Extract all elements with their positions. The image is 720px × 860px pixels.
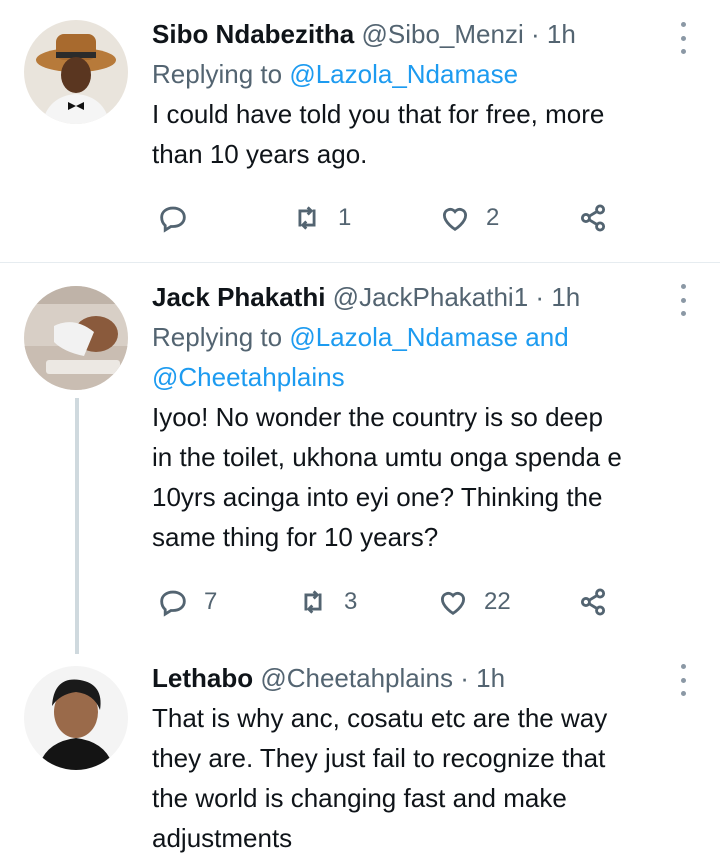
heart-icon [442, 207, 468, 231]
timestamp[interactable]: 1h [547, 19, 576, 49]
retweet-button[interactable]: 3 [296, 582, 357, 622]
avatar-image [24, 666, 128, 770]
tweet-text-line: adjustments [152, 823, 293, 853]
avatar[interactable] [24, 286, 128, 390]
tweet-text-line: Iyoo! No wonder the country is so deep [152, 402, 603, 432]
author-name[interactable]: Sibo Ndabezitha [152, 19, 354, 49]
separator-dot: · [460, 663, 469, 693]
reply-button[interactable]: 7 [156, 582, 217, 622]
tweet-text: That is why anc, cosatu etc are the way … [152, 698, 690, 858]
tweet-text: Iyoo! No wonder the country is so deep i… [152, 397, 690, 557]
replying-and: and [525, 322, 569, 352]
retweet-icon [304, 590, 322, 614]
tweet-text: I could have told you that for free, mor… [152, 94, 690, 174]
like-count: 22 [484, 588, 511, 615]
more-vertical-icon[interactable] [680, 664, 686, 696]
replying-to: Replying to @Lazola_Ndamase [152, 54, 690, 94]
share-icon [580, 204, 606, 232]
heart-icon [440, 591, 466, 615]
replying-to: Replying to @Lazola_Ndamase and @Cheetah… [152, 317, 690, 397]
avatar[interactable] [24, 20, 128, 124]
divider [0, 262, 720, 263]
reply-count: 7 [204, 588, 218, 615]
share-button[interactable] [576, 198, 610, 238]
author-handle[interactable]: @Cheetahplains [260, 663, 453, 693]
avatar-image [24, 20, 128, 124]
timestamp[interactable]: 1h [476, 663, 505, 693]
retweet-icon [298, 206, 316, 230]
timestamp[interactable]: 1h [551, 282, 580, 312]
retweet-count: 1 [338, 204, 352, 231]
tweet-text-line: than 10 years ago. [152, 139, 368, 169]
reply-button[interactable] [156, 198, 204, 238]
retweet-button[interactable]: 1 [290, 198, 351, 238]
tweet-text-line: same thing for 10 years? [152, 522, 439, 552]
mention-link[interactable]: @Lazola_Ndamase [289, 59, 518, 89]
like-button[interactable]: 22 [436, 582, 511, 622]
thread-line [75, 398, 79, 654]
replying-prefix: Replying to [152, 322, 283, 352]
more-vertical-icon[interactable] [680, 284, 686, 316]
tweet-text-line: That is why anc, cosatu etc are the way [152, 703, 608, 733]
like-button[interactable]: 2 [438, 198, 499, 238]
tweet-text-line: I could have told you that for free, mor… [152, 99, 605, 129]
like-count: 2 [486, 204, 500, 231]
reply-icon [160, 206, 186, 233]
share-button[interactable] [576, 582, 610, 622]
avatar-image [24, 286, 128, 390]
retweet-count: 3 [344, 588, 358, 615]
author-name[interactable]: Lethabo [152, 663, 253, 693]
more-vertical-icon[interactable] [680, 22, 686, 54]
mention-link[interactable]: @Cheetahplains [152, 362, 345, 392]
mention-link[interactable]: @Lazola_Ndamase [289, 322, 518, 352]
tweet-text-line: 10yrs acinga into eyi one? Thinking the [152, 482, 603, 512]
avatar[interactable] [24, 666, 128, 770]
author-handle[interactable]: @Sibo_Menzi [361, 19, 523, 49]
author-handle[interactable]: @JackPhakathi1 [333, 282, 529, 312]
tweet-text-line: the world is changing fast and make [152, 783, 567, 813]
reply-icon [160, 590, 186, 617]
share-icon [580, 588, 606, 616]
tweet-actions: 7 3 22 [152, 582, 690, 622]
author-name[interactable]: Jack Phakathi [152, 282, 325, 312]
separator-dot: · [535, 282, 545, 312]
tweet-text-line: in the toilet, ukhona umtu onga spenda e [152, 442, 622, 472]
tweet-actions: 1 2 [152, 198, 690, 238]
separator-dot: · [530, 19, 540, 49]
replying-prefix: Replying to [152, 59, 283, 89]
tweet-text-line: they are. They just fail to recognize th… [152, 743, 606, 773]
